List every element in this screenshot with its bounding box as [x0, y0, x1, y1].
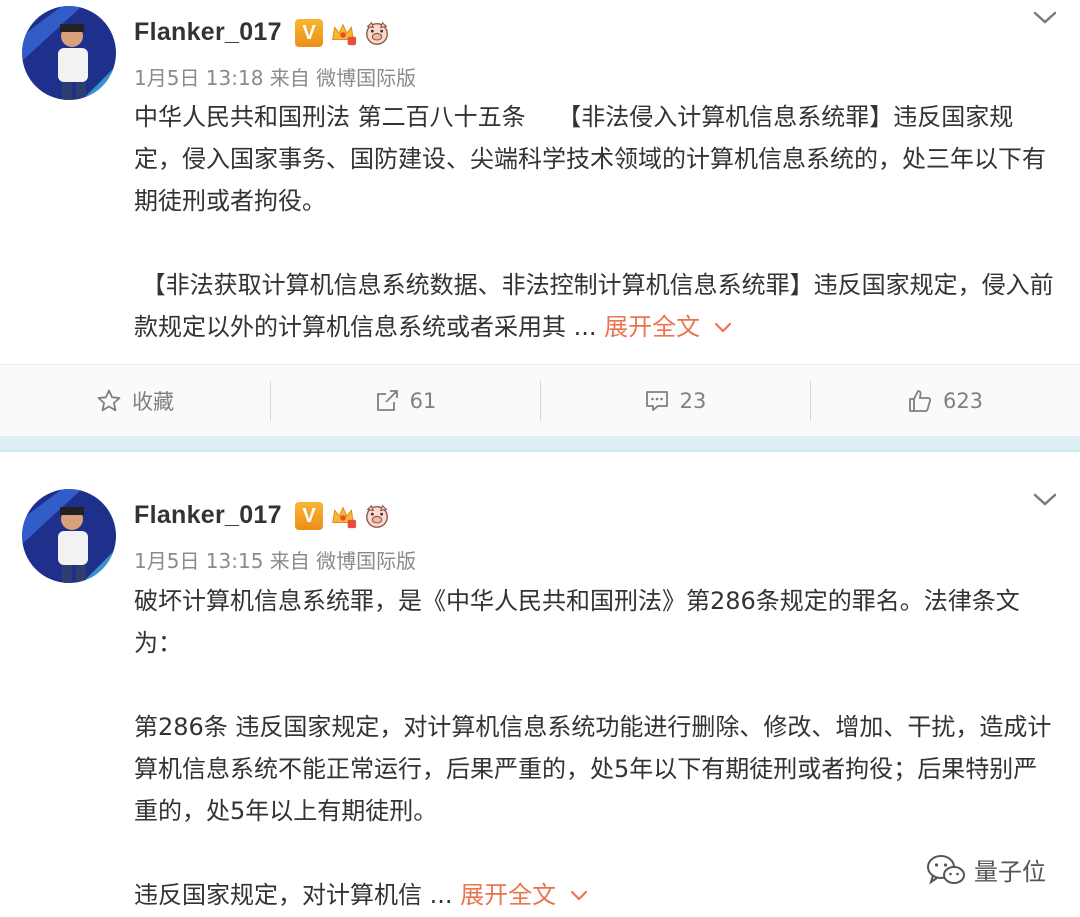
repost-count: 61 — [409, 389, 437, 413]
favorite-label: 收藏 — [132, 390, 174, 414]
chevron-down-icon[interactable] — [570, 890, 588, 902]
post-content: 破坏计算机信息系统罪，是《中华人民共和国刑法》第286条规定的罪名。法律条文为：… — [134, 580, 1058, 916]
post-paragraph: 【非法获取计算机信息系统数据、非法控制计算机信息系统罪】违反国家规定，侵入前款规… — [134, 264, 1058, 348]
chevron-down-icon[interactable] — [1032, 492, 1058, 518]
comment-icon — [645, 391, 668, 411]
watermark: 量子位 — [926, 852, 1046, 887]
chevron-down-icon[interactable] — [1032, 10, 1058, 36]
badge-group: V — [295, 19, 391, 47]
crown-member-icon[interactable] — [329, 19, 357, 47]
post-action-bar: 收藏 61 23 623 — [0, 364, 1080, 437]
post-paragraph: 中华人民共和国刑法 第二百八十五条 【非法侵入计算机信息系统罪】违反国家规定，侵… — [134, 103, 1046, 215]
username[interactable]: Flanker_017 — [134, 18, 282, 47]
crown-member-icon[interactable] — [329, 502, 357, 530]
username[interactable]: Flanker_017 — [134, 501, 282, 530]
comment-count: 23 — [679, 389, 707, 413]
badge-group: V — [295, 502, 391, 530]
like-count: 623 — [942, 389, 984, 413]
post-paragraph-text: 【非法获取计算机信息系统数据、非法控制计算机信息系统罪】违反国家规定，侵入前款规… — [134, 271, 1054, 341]
post-divider-line — [0, 450, 1080, 452]
post-meta: 1月5日 13:15 来自 微博国际版 — [134, 549, 417, 573]
share-icon — [376, 390, 398, 411]
post-paragraph: 破坏计算机信息系统罪，是《中华人民共和国刑法》第286条规定的罪名。法律条文为： — [134, 587, 1020, 657]
pig-emoji-icon[interactable] — [363, 19, 391, 47]
pig-emoji-icon[interactable] — [363, 502, 391, 530]
post-paragraph-text: 违反国家规定，对计算机信 ... — [134, 881, 461, 909]
wechat-icon — [927, 854, 965, 884]
comment-button[interactable]: 23 — [540, 365, 810, 437]
expand-full-text-link[interactable]: 展开全文 — [460, 881, 556, 909]
avatar[interactable] — [22, 489, 116, 583]
repost-button[interactable]: 61 — [270, 365, 540, 437]
avatar-image — [22, 6, 116, 100]
like-button[interactable]: 623 — [810, 365, 1080, 437]
verified-badge-icon[interactable]: V — [295, 19, 323, 47]
post-content: 中华人民共和国刑法 第二百八十五条 【非法侵入计算机信息系统罪】违反国家规定，侵… — [134, 96, 1058, 348]
avatar-image — [22, 489, 116, 583]
favorite-button[interactable]: 收藏 — [0, 365, 270, 437]
watermark-text: 量子位 — [974, 858, 1046, 886]
weibo-post-1: Flanker_017 V 1月5日 13:18 来自 微博国际版 中华人民共和… — [0, 0, 1080, 364]
star-icon — [97, 389, 121, 412]
post-meta: 1月5日 13:18 来自 微博国际版 — [134, 66, 417, 90]
thumbs-up-icon — [909, 390, 931, 412]
chevron-down-icon[interactable] — [714, 322, 732, 334]
expand-full-text-link[interactable]: 展开全文 — [604, 313, 700, 341]
verified-badge-icon[interactable]: V — [295, 502, 323, 530]
post-paragraph: 违反国家规定，对计算机信 ... 展开全文 — [134, 874, 1058, 916]
avatar[interactable] — [22, 6, 116, 100]
post-paragraph: 第286条 违反国家规定，对计算机信息系统功能进行删除、修改、增加、干扰，造成计… — [134, 713, 1052, 825]
